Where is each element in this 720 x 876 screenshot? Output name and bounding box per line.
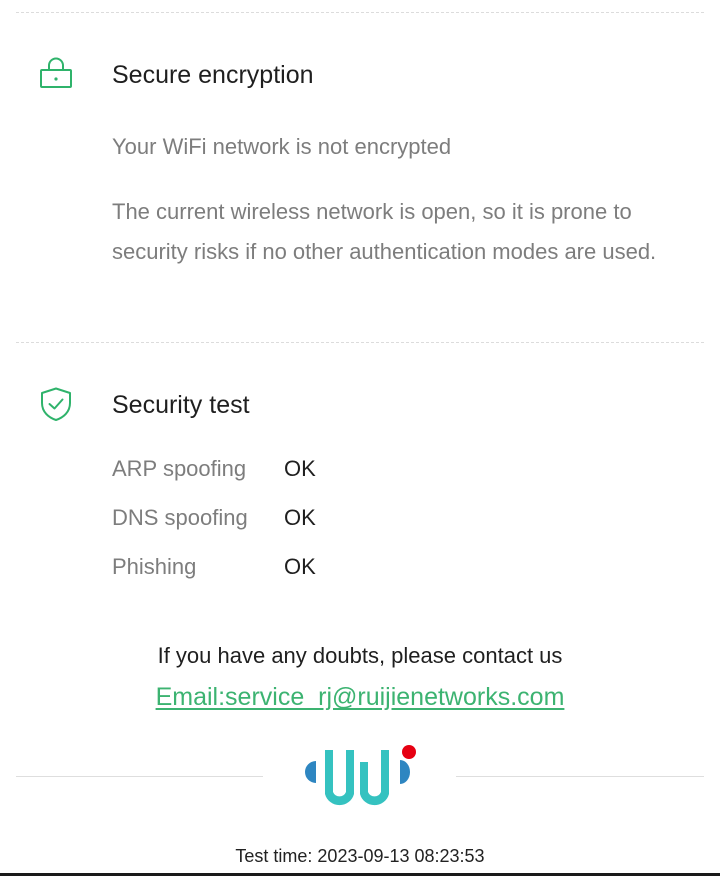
encryption-description: The current wireless network is open, so… — [112, 199, 657, 264]
test-time: Test time: 2023-09-13 08:23:53 — [235, 846, 485, 866]
security-test-title: Security test — [112, 391, 250, 419]
test-result: OK — [284, 505, 316, 530]
shield-check-icon — [38, 386, 74, 422]
contact-text: If you have any doubts, please contact u… — [157, 643, 563, 668]
encryption-title: Secure encryption — [112, 61, 314, 89]
email-link[interactable]: Email:service_rj@ruijienetworks.com — [156, 683, 565, 711]
email-row: Email:service_rj@ruijienetworks.com — [0, 681, 720, 713]
encryption-status: Your WiFi network is not encrypted — [112, 134, 452, 159]
security-report-page: Secure encryption Your WiFi network is n… — [0, 0, 720, 876]
section-divider-middle — [16, 342, 704, 343]
wi-logo — [300, 740, 422, 814]
section-divider-top — [16, 12, 704, 13]
footer-divider-left — [16, 776, 263, 777]
test-result: OK — [284, 456, 316, 481]
test-label: ARP spoofing — [112, 456, 247, 481]
test-label: Phishing — [112, 554, 197, 579]
test-label: DNS spoofing — [112, 505, 248, 530]
lock-icon — [38, 56, 74, 92]
test-result: OK — [284, 554, 316, 579]
footer-divider-right — [456, 776, 704, 777]
